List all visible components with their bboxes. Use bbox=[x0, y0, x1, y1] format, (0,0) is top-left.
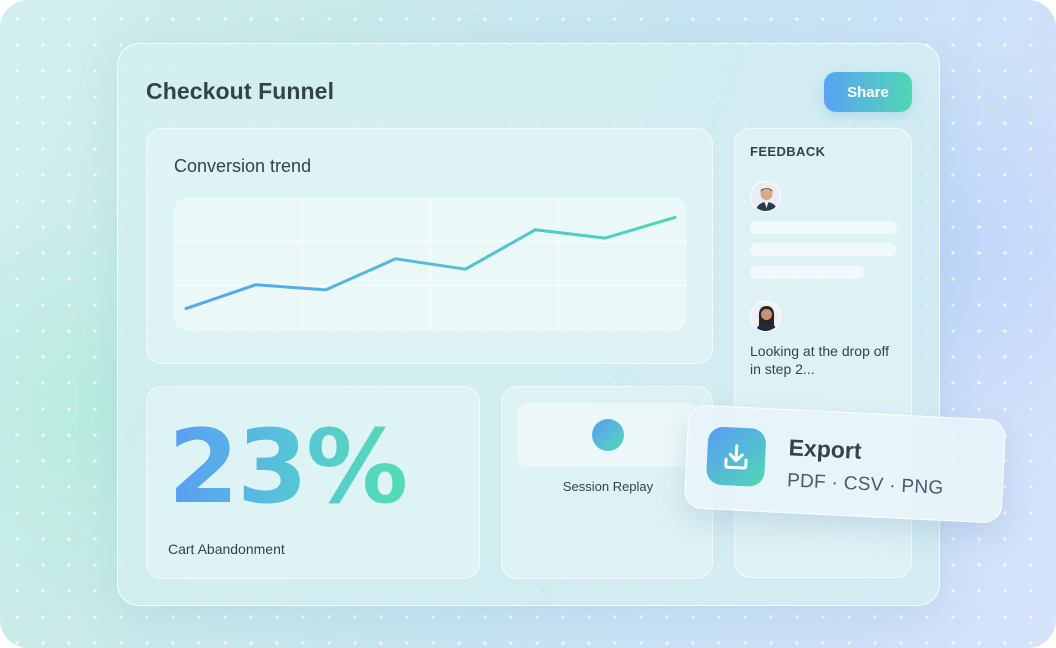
feedback-heading: FEEDBACK bbox=[750, 144, 826, 159]
export-card[interactable]: Export PDF · CSV · PNG bbox=[683, 404, 1007, 524]
play-indicator-icon[interactable] bbox=[592, 419, 624, 451]
woman-avatar-icon bbox=[751, 302, 780, 331]
feedback-comment: Looking at the drop off in step 2... bbox=[750, 343, 890, 377]
download-icon bbox=[724, 444, 748, 470]
conversion-trend-card: Conversion trend bbox=[146, 128, 713, 364]
avatar bbox=[750, 301, 781, 332]
man-avatar-icon bbox=[751, 182, 780, 211]
stat-label: Cart Abandonment bbox=[168, 541, 285, 557]
chart-title: Conversion trend bbox=[174, 156, 312, 176]
export-formats: PDF · CSV · PNG bbox=[786, 470, 944, 499]
page-title: Checkout Funnel bbox=[146, 78, 335, 104]
session-replay-label: Session Replay bbox=[562, 479, 654, 494]
skeleton-line bbox=[750, 266, 865, 279]
skeleton-line bbox=[750, 221, 897, 234]
background: Checkout Funnel Share Conversion trend 2… bbox=[0, 0, 1056, 648]
export-button[interactable] bbox=[705, 426, 767, 488]
dashboard-window: Checkout Funnel Share Conversion trend 2… bbox=[117, 43, 940, 606]
cart-abandonment-card: 23% Cart Abandonment bbox=[146, 386, 480, 579]
avatar bbox=[750, 181, 781, 212]
session-replay-thumbnail[interactable] bbox=[517, 403, 699, 467]
export-title: Export bbox=[788, 434, 863, 464]
stat-value: 23% bbox=[168, 408, 408, 527]
share-button[interactable]: Share bbox=[824, 72, 912, 112]
line-chart-svg bbox=[174, 197, 687, 331]
skeleton-line bbox=[750, 243, 897, 256]
session-replay-card[interactable]: Session Replay bbox=[501, 386, 713, 579]
line-chart bbox=[174, 197, 687, 331]
